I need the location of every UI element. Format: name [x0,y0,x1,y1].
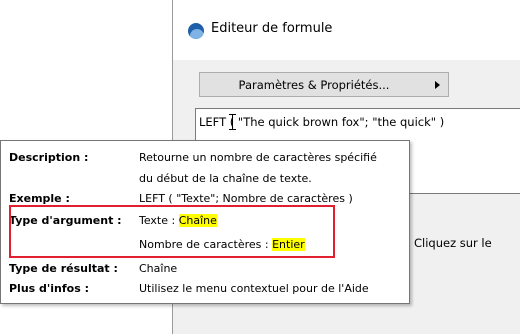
parameters-properties-button[interactable]: Paramètres & Propriétés... [199,72,449,97]
parameters-properties-label: Paramètres & Propriétés... [238,78,390,92]
hint-text: r. Cliquez sur le [403,236,492,250]
more-info-value: Utilisez le menu contextuel pour de l'Ai… [139,282,369,295]
result-type-value: Chaîne [139,262,178,275]
description-line-2: du début de la chaîne de texte. [139,172,312,185]
title-bar[interactable]: Editeur de formule [173,0,520,60]
app-logo-icon [188,23,204,39]
example-label: Exemple : [9,192,70,205]
window-title: Editeur de formule [211,21,333,36]
more-info-label: Plus d'infos : [9,282,90,295]
example-value: LEFT ( "Texte"; Nombre de caractères ) [139,192,353,205]
description-label: Description : [9,151,89,164]
text-cursor-icon [229,114,236,130]
result-type-label: Type de résultat : [9,262,118,275]
argument-highlight-frame [9,205,335,258]
description-line-1: Retourne un nombre de caractères spécifi… [139,151,377,164]
submenu-arrow-icon [435,81,440,89]
